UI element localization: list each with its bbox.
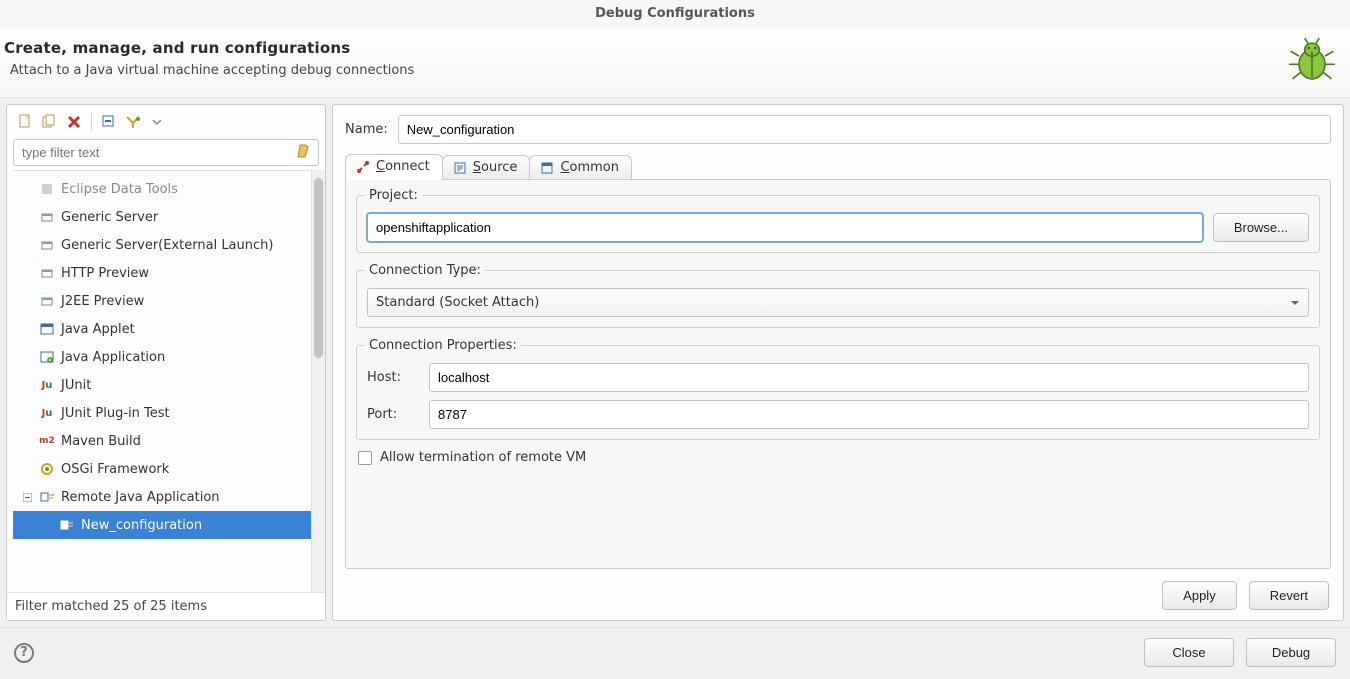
tree-item[interactable]: Eclipse Data Tools [13,175,319,203]
connect-tab-icon [356,160,370,174]
tree-item[interactable]: Generic Server(External Launch) [13,231,319,259]
tree-item-label: J2EE Preview [61,294,144,309]
new-config-icon[interactable] [17,113,35,131]
server-icon [39,209,55,225]
tree-item-label: Generic Server(External Launch) [61,238,273,253]
tree-item-remote-java[interactable]: Remote Java Application [13,483,319,511]
maven-icon: m2 [39,433,55,449]
connection-properties-legend: Connection Properties: [365,338,521,353]
tree-item-new-configuration[interactable]: New_configuration [13,511,319,539]
dialog-header: Create, manage, and run configurations A… [0,29,1350,98]
server-icon [39,265,55,281]
common-tab-icon [540,161,554,175]
debug-button[interactable]: Debug [1246,638,1336,667]
header-title: Create, manage, and run configurations [4,39,414,57]
delete-config-icon[interactable] [65,113,83,131]
header-subtitle: Attach to a Java virtual machine accepti… [4,63,414,78]
port-input[interactable] [429,400,1309,429]
tab-label: Connect [376,159,430,174]
connection-type-group: Connection Type: Standard (Socket Attach… [356,263,1320,328]
connection-type-legend: Connection Type: [365,263,485,278]
tree-scrollbar[interactable] [311,170,325,592]
collapse-all-icon[interactable] [100,113,118,131]
tree-item-label: Remote Java Application [61,490,220,505]
project-legend: Project: [365,188,422,203]
source-tab-icon [453,161,467,175]
tree-item-label: JUnit Plug-in Test [61,406,170,421]
tab-label: Source [473,160,518,175]
tree-item-label: Eclipse Data Tools [61,182,178,197]
revert-button[interactable]: Revert [1249,581,1329,610]
tree-item[interactable]: Java Applet [13,315,319,343]
connection-properties-group: Connection Properties: Host: Port: [356,338,1320,440]
tree-item-label: Java Applet [61,322,135,337]
port-label: Port: [367,407,419,422]
apply-button[interactable]: Apply [1162,581,1237,610]
filter-icon[interactable] [124,113,142,131]
tree-toolbar [7,105,325,139]
name-input[interactable] [398,115,1331,144]
server-icon [39,293,55,309]
config-tree-panel: Eclipse Data Tools Generic Server Generi… [6,104,326,621]
remote-java-config-icon [59,517,75,533]
tree-item[interactable]: J2EE Preview [13,287,319,315]
tree-item[interactable]: HTTP Preview [13,259,319,287]
duplicate-config-icon[interactable] [41,113,59,131]
project-group: Project: Browse... [356,188,1320,253]
filter-input[interactable] [13,139,319,166]
tab-label: Common [560,160,619,175]
tree-item[interactable]: Ju JUnit [13,371,319,399]
host-label: Host: [367,370,419,385]
browse-project-button[interactable]: Browse... [1213,213,1309,242]
config-tree: Eclipse Data Tools Generic Server Generi… [7,170,325,592]
osgi-icon [39,461,55,477]
junit-icon: Ju [39,377,55,393]
server-icon [39,237,55,253]
host-input[interactable] [429,363,1309,392]
tab-common[interactable]: Common [529,155,632,180]
tree-item-label: HTTP Preview [61,266,149,281]
tab-connect[interactable]: Connect [345,154,443,180]
tab-bar: Connect Source Common [345,154,1331,180]
applet-icon [39,321,55,337]
junit-plugin-icon: Ju [39,405,55,421]
filter-menu-chevron-icon[interactable] [148,113,166,131]
help-icon[interactable]: ? [14,643,34,663]
filter-status: Filter matched 25 of 25 items [7,592,325,620]
tree-item[interactable]: OSGi Framework [13,455,319,483]
collapse-twisty-icon[interactable] [21,491,33,503]
allow-terminate-label: Allow termination of remote VM [380,450,586,465]
tree-item-label: Java Application [61,350,165,365]
tree-item-label: JUnit [61,378,91,393]
tree-item[interactable]: Ju JUnit Plug-in Test [13,399,319,427]
close-button[interactable]: Close [1144,638,1234,667]
tree-item-label: OSGi Framework [61,462,169,477]
java-app-icon [39,349,55,365]
config-editor-panel: Name: Connect Source Common [332,104,1344,621]
tree-item-label: Maven Build [61,434,141,449]
clear-filter-icon[interactable] [295,143,313,161]
tab-source[interactable]: Source [442,155,531,180]
window-title: Debug Configurations [0,0,1350,29]
tree-item[interactable]: m2 Maven Build [13,427,319,455]
tree-item-label: New_configuration [81,518,202,533]
dialog-footer: ? Close Debug [0,627,1350,679]
allow-terminate-checkbox[interactable] [358,451,372,465]
tree-item-label: Generic Server [61,210,158,225]
tree-item[interactable]: Generic Server [13,203,319,231]
connection-type-select[interactable]: Standard (Socket Attach) [367,288,1309,317]
tree-item[interactable]: Java Application [13,343,319,371]
config-type-icon [39,181,55,197]
debug-bug-icon [1284,35,1340,87]
scrollbar-thumb[interactable] [314,178,323,358]
allow-terminate-row[interactable]: Allow termination of remote VM [356,446,1320,465]
name-label: Name: [345,122,388,137]
tab-connect-body: Project: Browse... Connection Type: Stan… [345,179,1331,569]
remote-java-icon [39,489,55,505]
project-input[interactable] [367,213,1203,242]
